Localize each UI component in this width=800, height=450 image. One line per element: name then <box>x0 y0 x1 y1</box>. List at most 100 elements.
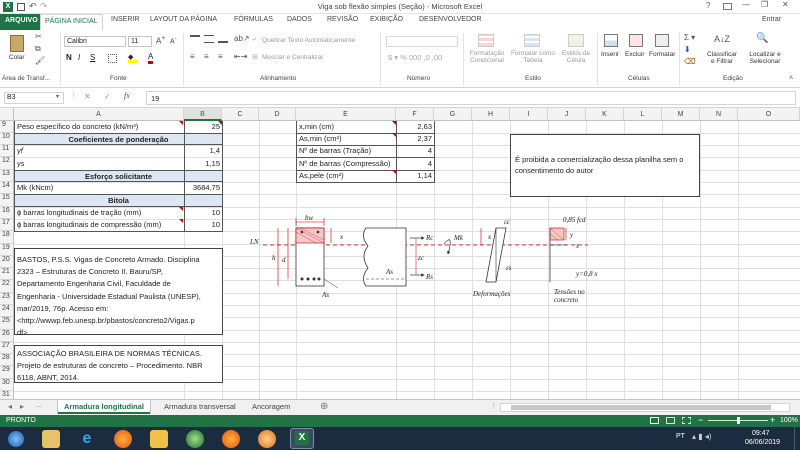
row-header[interactable]: 13 <box>0 170 14 182</box>
enter-formula-icon[interactable]: ✓ <box>104 92 111 101</box>
cell-f12[interactable]: 4 <box>398 158 432 169</box>
row-header[interactable]: 14 <box>0 182 14 194</box>
cell-a14[interactable]: Mk (kNcm) <box>17 182 182 193</box>
cell-f11[interactable]: 4 <box>398 145 432 156</box>
col-header-l[interactable]: L <box>624 108 662 121</box>
zoom-out-button[interactable]: − <box>698 415 703 425</box>
ribbon-display-icon[interactable] <box>723 3 732 10</box>
clock-time[interactable]: 09:47 <box>752 430 770 437</box>
col-header-a[interactable]: A <box>14 108 184 121</box>
align-middle-icon[interactable] <box>204 35 214 43</box>
scroll-first-sheet-icon[interactable]: ◂ <box>8 402 12 411</box>
format-table-button[interactable]: Formatar como Tabela <box>510 50 556 64</box>
zoom-slider-thumb[interactable] <box>737 417 740 424</box>
col-header-k[interactable]: K <box>586 108 624 121</box>
horizontal-scrollbar[interactable] <box>500 403 790 412</box>
col-header-d[interactable]: D <box>259 108 296 121</box>
sheet-tab-armadura-longitudinal[interactable]: Armadura longitudinal <box>58 400 151 414</box>
delete-button[interactable]: Excluir <box>625 51 645 58</box>
merge-center-button[interactable]: Mesclar e Centralizar <box>262 54 323 61</box>
explorer-icon[interactable] <box>42 430 60 448</box>
collapse-ribbon-icon[interactable]: ˄ <box>789 75 793 82</box>
row-header[interactable]: 19 <box>0 244 14 256</box>
name-box-dropdown-icon[interactable]: ▾ <box>56 93 59 100</box>
add-sheet-button[interactable]: ⊕ <box>320 401 328 412</box>
tab-inserir[interactable]: INSERIR <box>111 16 139 23</box>
cell-e9[interactable]: x,min (cm) <box>299 121 394 132</box>
align-right-icon[interactable]: ≡ <box>218 52 223 61</box>
row-header[interactable]: 30 <box>0 379 14 391</box>
row-header[interactable]: 17 <box>0 219 14 231</box>
app-icon[interactable] <box>258 430 276 448</box>
clear-icon[interactable]: ⌫ <box>684 57 695 66</box>
font-color-icon[interactable]: A <box>148 52 154 64</box>
internet-explorer-icon[interactable]: e <box>78 430 96 448</box>
cell-f10[interactable]: 2,37 <box>398 133 432 144</box>
insert-button[interactable]: Inserir <box>601 51 619 58</box>
show-desktop-button[interactable] <box>794 427 800 450</box>
sort-filter-button[interactable]: Classificar e Filtrar <box>703 51 741 65</box>
cond-format-button[interactable]: Formatação Condicional <box>466 50 508 64</box>
tab-pagina-inicial[interactable]: PÁGINA INICIAL <box>40 14 103 31</box>
font-size-select[interactable]: 11 <box>128 36 152 47</box>
cell-e13[interactable]: As,pele (cm²) <box>299 170 394 181</box>
sign-in-link[interactable]: Entrar <box>762 16 781 23</box>
currency-icon[interactable]: $ ▾ % 000 ,0 ,00 <box>388 53 442 62</box>
align-bottom-icon[interactable] <box>218 35 228 43</box>
row-header[interactable]: 9 <box>0 121 14 133</box>
cell-a16[interactable]: ϕ barras longitudinais de tração (mm) <box>17 207 182 218</box>
cell-a17[interactable]: ϕ barras longitudinais de compressão (mm… <box>17 219 182 230</box>
find-select-button[interactable]: Localizar e Selecionar <box>741 51 789 65</box>
row-header[interactable]: 20 <box>0 256 14 268</box>
cell-a9[interactable]: Peso específico do concreto (kN/m³) <box>17 121 182 132</box>
language-indicator[interactable]: PT <box>676 433 685 440</box>
align-center-icon[interactable]: ≡ <box>204 52 209 61</box>
insert-function-icon[interactable]: fx <box>124 91 130 100</box>
cell-a15-header[interactable]: Bitola <box>15 194 222 207</box>
number-format-select[interactable] <box>386 36 458 47</box>
scrollbar-thumb[interactable] <box>511 405 771 410</box>
borders-icon[interactable] <box>108 54 117 63</box>
row-header[interactable]: 12 <box>0 157 14 170</box>
row-header[interactable]: 28 <box>0 354 14 366</box>
cell-a13-header[interactable]: Esforço solicitante <box>15 170 222 182</box>
cell-e10[interactable]: As,min (cm²) <box>299 133 394 144</box>
page-break-view-icon[interactable] <box>682 417 691 424</box>
cell-f9[interactable]: 2,63 <box>398 121 432 132</box>
beam-section-diagram[interactable]: LN bw h d x As As Rc Rs zc Mk εc εs x De… <box>248 208 628 303</box>
formula-input[interactable]: 19 <box>146 91 796 105</box>
row-header[interactable]: 15 <box>0 194 14 207</box>
row-header[interactable]: 29 <box>0 366 14 379</box>
restore-button[interactable]: ❐ <box>761 0 768 9</box>
cell-a12[interactable]: γs <box>17 158 182 169</box>
orientation-icon[interactable]: ab↗ <box>234 34 250 43</box>
media-player-icon[interactable] <box>186 430 204 448</box>
notice-textbox[interactable]: É proibida a comercialização dessa plani… <box>510 134 700 197</box>
row-header[interactable]: 18 <box>0 231 14 244</box>
col-header-m[interactable]: M <box>662 108 700 121</box>
col-header-h[interactable]: H <box>472 108 510 121</box>
col-header-n[interactable]: N <box>700 108 738 121</box>
row-header[interactable]: 11 <box>0 145 14 157</box>
fill-icon[interactable]: ⬇ <box>684 45 691 54</box>
cell-e12[interactable]: Nº de barras (Compressão) <box>299 158 394 169</box>
sheet-tab-ancoragem[interactable]: Ancoragem <box>246 400 296 414</box>
indent-icon[interactable]: ⇤⇥ <box>234 52 247 61</box>
italic-button[interactable]: I <box>78 53 80 62</box>
col-header-c[interactable]: C <box>222 108 259 121</box>
format-painter-icon[interactable]: 🖌 <box>35 56 45 65</box>
tray-icons[interactable]: ▴ ▮ ◂) <box>692 432 712 441</box>
cell-f13[interactable]: 1,14 <box>398 170 432 181</box>
autosum-icon[interactable]: Σ ▾ <box>684 33 695 42</box>
font-name-select[interactable]: Calibri <box>64 36 126 47</box>
cell-e11[interactable]: Nº de barras (Tração) <box>299 145 394 156</box>
help-button[interactable]: ? <box>706 1 710 10</box>
col-header-j[interactable]: J <box>548 108 586 121</box>
sheet-tab-armadura-transversal[interactable]: Armadura transversal <box>158 400 242 414</box>
align-top-icon[interactable] <box>190 35 200 43</box>
firefox-icon[interactable] <box>222 430 240 448</box>
col-header-b[interactable]: B <box>184 108 222 121</box>
col-header-g[interactable]: G <box>434 108 472 121</box>
start-button-icon[interactable] <box>8 431 24 447</box>
cut-icon[interactable]: ✂ <box>35 32 42 41</box>
